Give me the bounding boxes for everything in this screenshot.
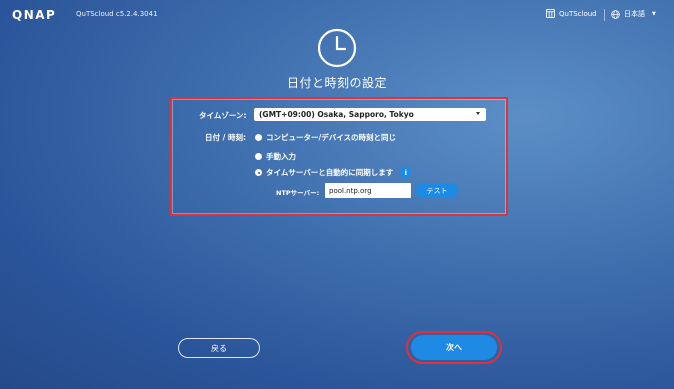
- qnap-logo: QNAP: [12, 8, 57, 22]
- info-icon[interactable]: i: [400, 167, 412, 178]
- timezone-value: (GMT+09:00) Osaka, Sapporo, Tokyo: [259, 110, 414, 119]
- radio-manual[interactable]: 手動入力: [255, 151, 296, 162]
- qutscloud-label: QuTScloud: [559, 9, 597, 18]
- radio-label: タイムサーバーと自動的に同期します: [266, 168, 394, 177]
- clock-icon: [317, 28, 357, 68]
- radio-label: 手動入力: [266, 152, 296, 161]
- chevron-down-icon: ▼: [652, 11, 656, 17]
- back-button[interactable]: 戻る: [178, 338, 260, 358]
- language-label: 日本語: [624, 10, 645, 18]
- chevron-down-icon: [476, 112, 480, 115]
- language-selector[interactable]: 日本語 ▼: [611, 9, 656, 19]
- qutscloud-icon: [546, 9, 555, 18]
- datetime-label: 日付 / 時刻:: [205, 133, 246, 142]
- version-label: QuTScloud c5.2.4.3041: [76, 10, 158, 18]
- radio-label: コンピューター/デバイスの時刻と同じ: [266, 133, 397, 142]
- timezone-select[interactable]: (GMT+09:00) Osaka, Sapporo, Tokyo: [254, 108, 486, 121]
- ntp-server-input[interactable]: [325, 183, 411, 198]
- next-button[interactable]: 次へ: [411, 335, 497, 360]
- ntp-server-label: NTPサーバー:: [276, 189, 320, 197]
- top-bar: QNAP QuTScloud c5.2.4.3041 QuTScloud 日本語…: [0, 0, 674, 30]
- globe-icon: [611, 9, 620, 19]
- radio-button[interactable]: [255, 134, 262, 141]
- radio-button-selected[interactable]: [255, 169, 262, 176]
- radio-sync-computer[interactable]: コンピューター/デバイスの時刻と同じ: [255, 132, 396, 143]
- page-title: 日付と時刻の設定: [286, 76, 387, 90]
- radio-ntp-sync[interactable]: タイムサーバーと自動的に同期します i: [255, 167, 412, 178]
- header-divider: [604, 9, 605, 21]
- radio-button[interactable]: [255, 153, 262, 160]
- timezone-label: タイムゾーン:: [199, 111, 247, 120]
- test-button[interactable]: テスト: [416, 183, 458, 198]
- qutscloud-link[interactable]: QuTScloud: [546, 9, 597, 18]
